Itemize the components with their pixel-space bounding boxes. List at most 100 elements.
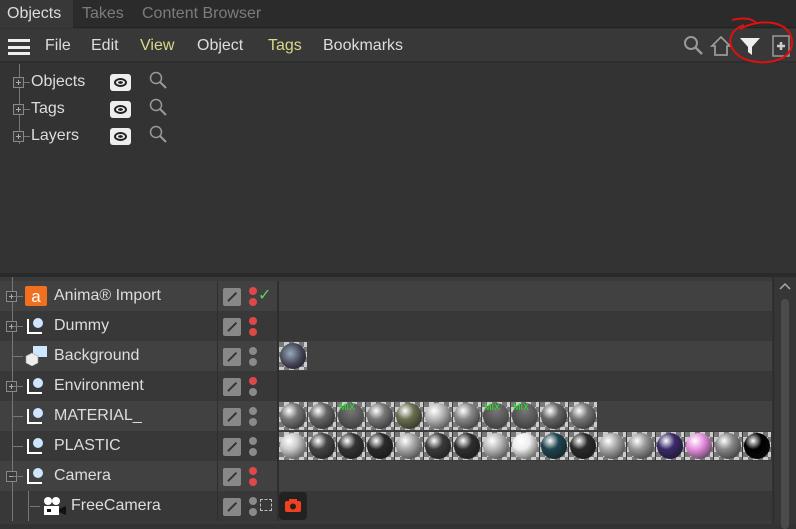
material-tag[interactable] [627, 432, 655, 460]
scrollbar-thumb[interactable] [781, 299, 789, 529]
material-tag[interactable] [395, 432, 423, 460]
object-row[interactable]: Environment [0, 367, 772, 401]
material-tag[interactable] [685, 432, 713, 460]
render-visibility-dot[interactable] [249, 388, 257, 396]
material-tag[interactable] [279, 402, 307, 430]
material-tag[interactable] [743, 432, 771, 460]
object-row[interactable]: Camera [0, 457, 772, 491]
svg-text:a: a [31, 287, 41, 306]
object-name[interactable]: PLASTIC [54, 437, 121, 455]
material-tag[interactable] [279, 342, 307, 370]
object-name-column: a Anima® Import [0, 277, 217, 311]
object-row[interactable]: Background [0, 337, 772, 371]
render-visibility-dot[interactable] [249, 448, 257, 456]
search-icon[interactable] [681, 33, 707, 59]
render-visibility-dot[interactable] [249, 298, 257, 306]
material-tag[interactable] [482, 432, 510, 460]
menu-object[interactable]: Object [197, 37, 243, 55]
camera-select-icon[interactable] [260, 499, 272, 511]
render-visibility-dot[interactable] [249, 508, 257, 516]
render-visibility-dot[interactable] [249, 478, 257, 486]
hamburger-menu-icon[interactable] [8, 39, 30, 55]
eye-icon[interactable] [110, 101, 131, 118]
tab-takes[interactable]: Takes [75, 0, 131, 28]
null-icon [25, 466, 47, 486]
render-visibility-dot[interactable] [249, 418, 257, 426]
material-tag[interactable] [366, 432, 394, 460]
layer-edit-icon[interactable] [223, 408, 241, 426]
object-name[interactable]: Camera [54, 467, 111, 485]
vertical-scrollbar[interactable] [773, 277, 796, 529]
material-tag[interactable] [540, 432, 568, 460]
material-tag[interactable] [424, 402, 452, 430]
material-tag[interactable] [714, 432, 742, 460]
layer-edit-icon[interactable] [223, 318, 241, 336]
tab-content-browser[interactable]: Content Browser [135, 0, 268, 28]
material-tag[interactable] [395, 402, 423, 430]
menu-file[interactable]: File [45, 37, 71, 55]
scroll-up-icon[interactable] [778, 281, 792, 291]
editor-visibility-dot[interactable] [249, 287, 257, 295]
menu-tags[interactable]: Tags [268, 37, 302, 55]
material-tag[interactable]: MIX [337, 402, 365, 430]
render-visibility-dot[interactable] [249, 328, 257, 336]
material-tag[interactable] [424, 432, 452, 460]
editor-visibility-dot[interactable] [249, 437, 257, 445]
render-visibility-dot[interactable] [249, 358, 257, 366]
editor-visibility-dot[interactable] [249, 377, 257, 385]
expand-icon[interactable] [13, 77, 24, 88]
layer-edit-icon[interactable] [223, 468, 241, 486]
object-row[interactable]: Dummy [0, 307, 772, 341]
eye-icon[interactable] [110, 128, 131, 145]
editor-visibility-dot[interactable] [249, 317, 257, 325]
editor-visibility-dot[interactable] [249, 497, 257, 505]
object-row[interactable]: PLASTIC [0, 427, 772, 461]
material-tag[interactable]: MIX [482, 402, 510, 430]
object-name[interactable]: FreeCamera [71, 497, 161, 515]
search-icon[interactable] [148, 97, 170, 121]
material-tag[interactable] [453, 432, 481, 460]
material-tag[interactable] [598, 432, 626, 460]
material-tag[interactable] [540, 402, 568, 430]
object-row[interactable]: FreeCamera [0, 487, 772, 521]
flags-column [217, 431, 277, 461]
search-icon[interactable] [148, 124, 170, 148]
editor-visibility-dot[interactable] [249, 347, 257, 355]
object-name[interactable]: Anima® Import [54, 287, 161, 305]
enabled-check-icon[interactable]: ✓ [258, 285, 271, 305]
object-name[interactable]: MATERIAL_ [54, 407, 142, 425]
material-tag[interactable] [511, 432, 539, 460]
material-tag[interactable] [453, 402, 481, 430]
layer-edit-icon[interactable] [223, 348, 241, 366]
object-name[interactable]: Dummy [54, 317, 109, 335]
material-tag[interactable] [337, 432, 365, 460]
menu-bookmarks[interactable]: Bookmarks [323, 37, 403, 55]
layer-edit-icon[interactable] [223, 378, 241, 396]
layer-edit-icon[interactable] [223, 498, 241, 516]
material-tag[interactable] [279, 432, 307, 460]
expand-icon[interactable] [13, 104, 24, 115]
object-name[interactable]: Environment [54, 377, 144, 395]
menu-view[interactable]: View [140, 37, 174, 55]
material-tag[interactable] [656, 432, 684, 460]
search-icon[interactable] [148, 70, 170, 94]
camera-tag-icon[interactable] [279, 492, 307, 520]
editor-visibility-dot[interactable] [249, 467, 257, 475]
expand-icon[interactable] [13, 131, 24, 142]
object-row[interactable]: a Anima® Import ✓ [0, 277, 772, 311]
menu-edit[interactable]: Edit [91, 37, 119, 55]
material-tag[interactable]: MIX [511, 402, 539, 430]
object-row[interactable]: MATERIAL_ MIX MIX MIX [0, 397, 772, 431]
layer-edit-icon[interactable] [223, 288, 241, 306]
material-tag[interactable] [308, 432, 336, 460]
material-tag[interactable] [308, 402, 336, 430]
material-tag[interactable] [366, 402, 394, 430]
object-name[interactable]: Background [54, 347, 139, 365]
material-tag[interactable] [569, 432, 597, 460]
tab-objects[interactable]: Objects [0, 0, 73, 28]
object-name-column: Dummy [0, 307, 217, 341]
layer-edit-icon[interactable] [223, 438, 241, 456]
material-tag[interactable] [569, 402, 597, 430]
editor-visibility-dot[interactable] [249, 407, 257, 415]
eye-icon[interactable] [110, 74, 131, 91]
